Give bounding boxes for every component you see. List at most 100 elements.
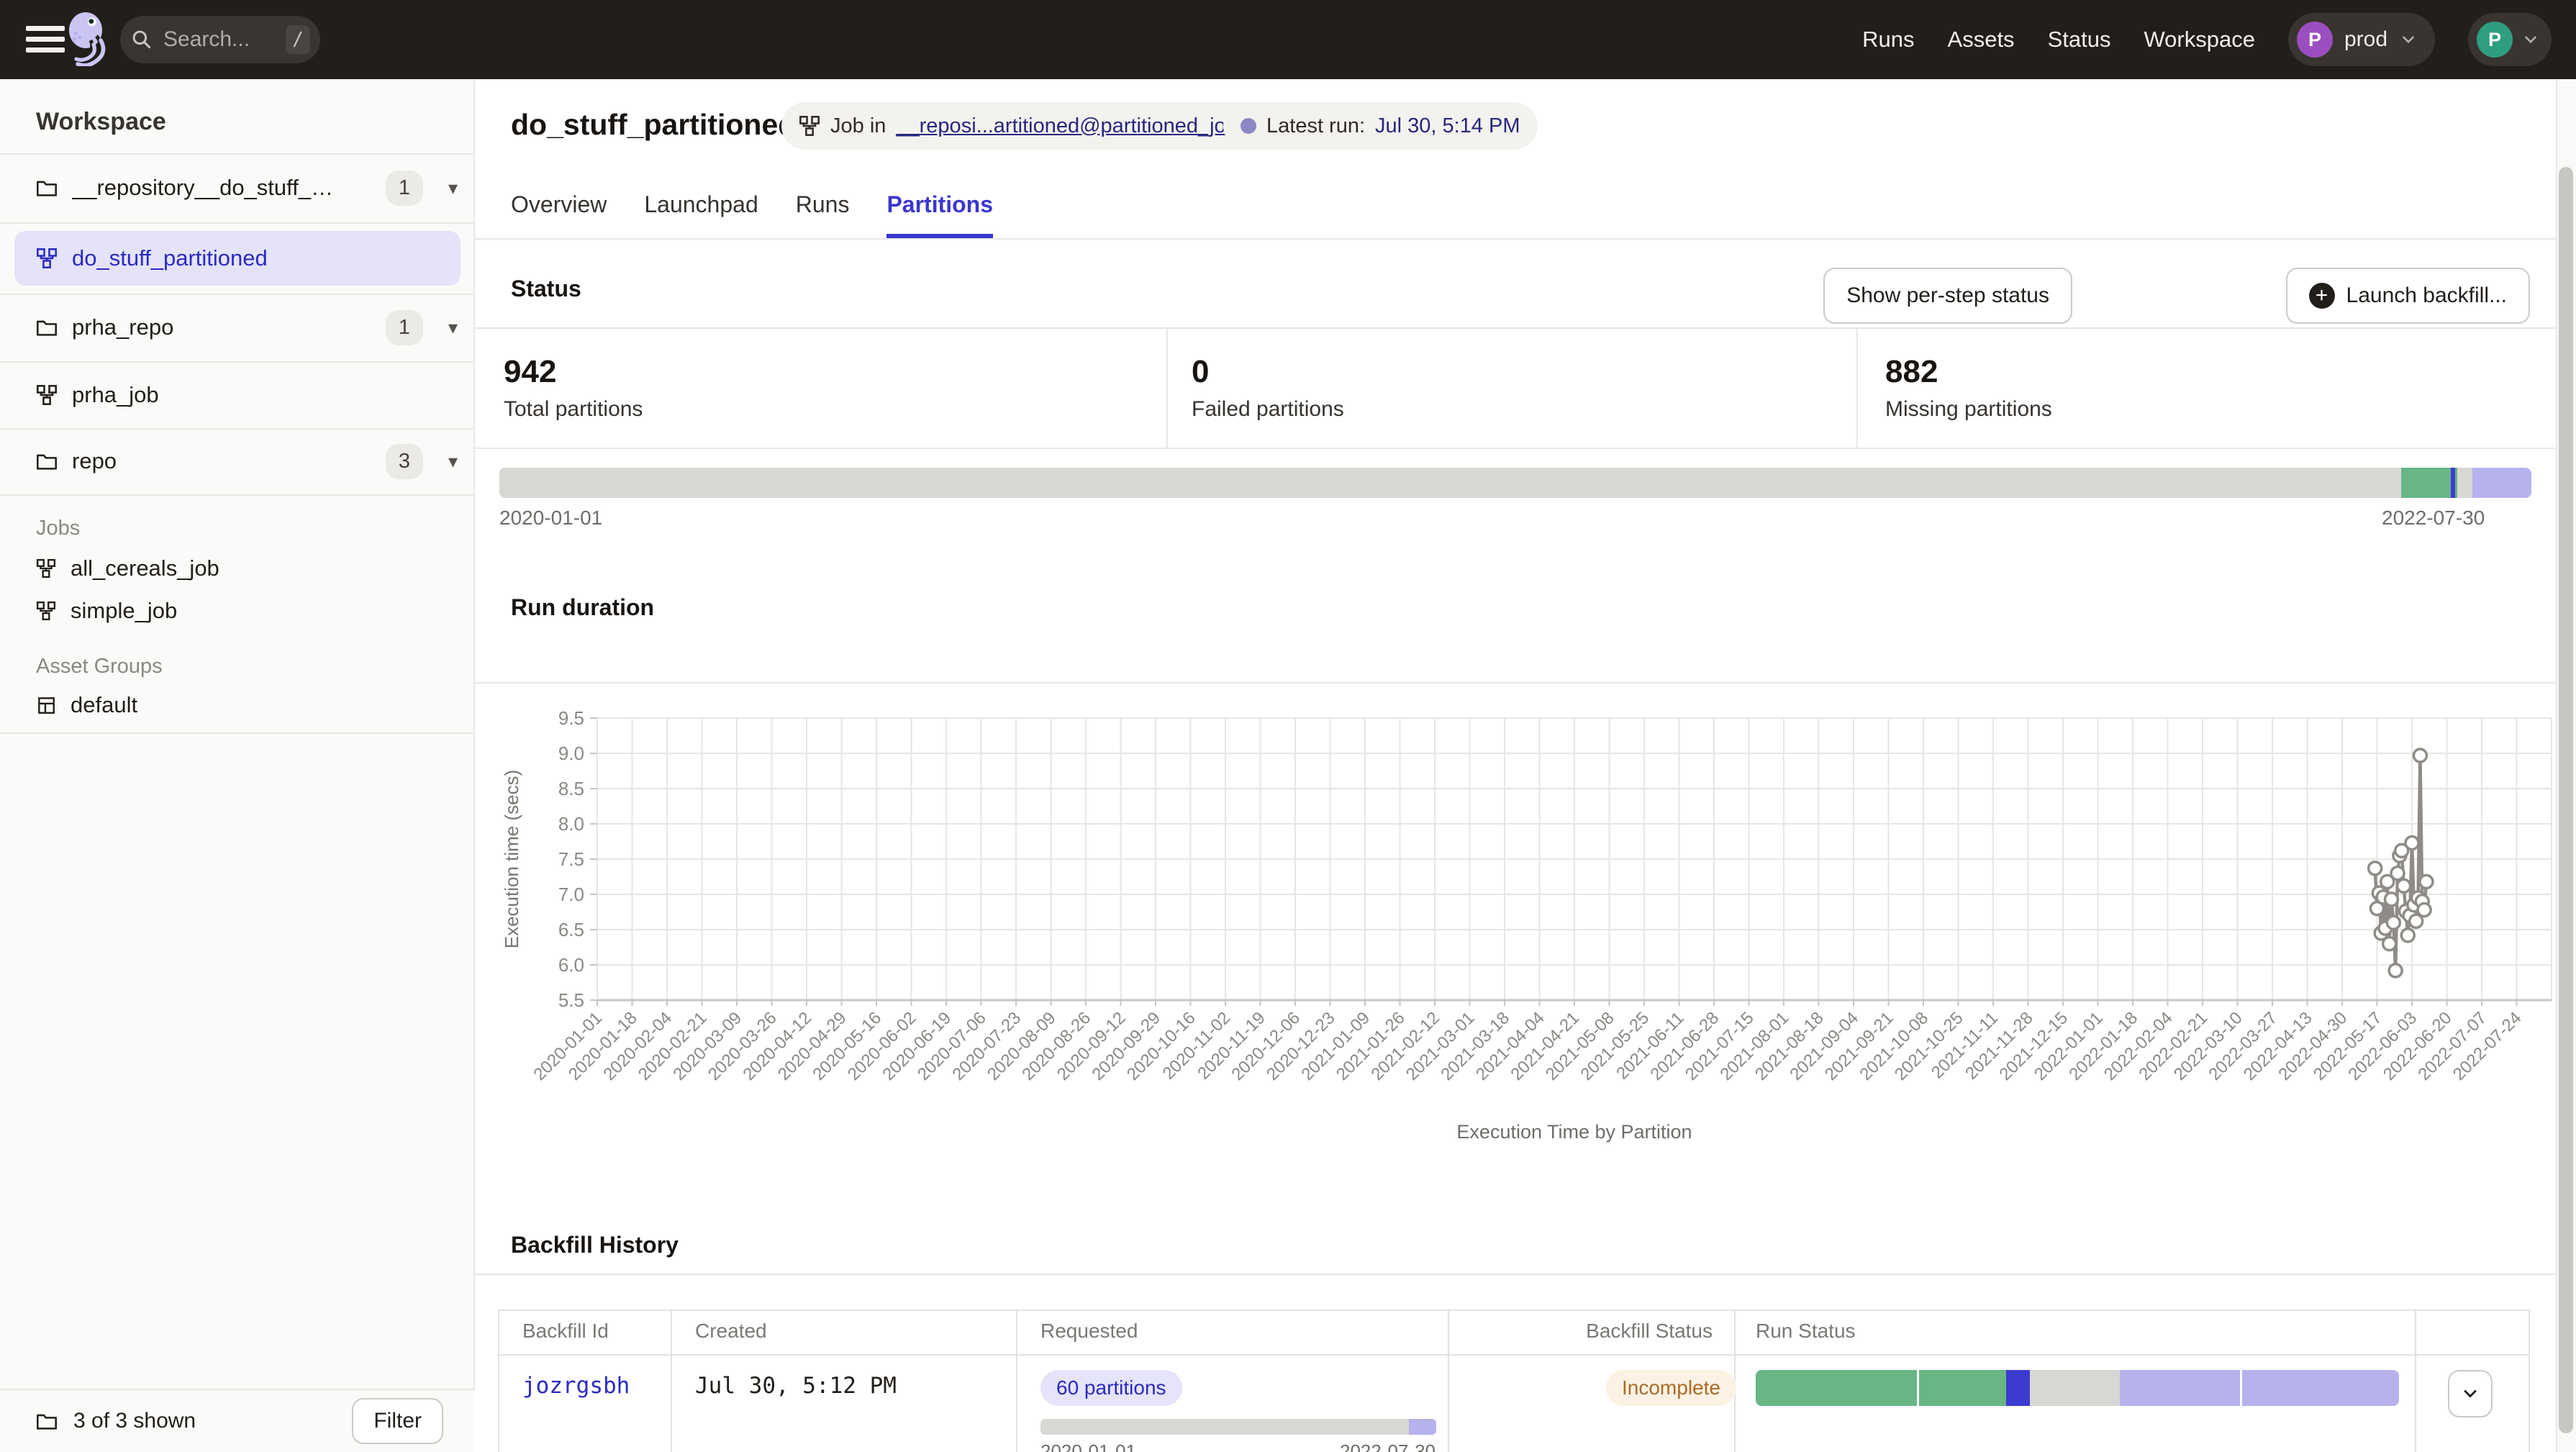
sidebar-item-label: __repository__do_stuff_partitio... — [72, 175, 345, 201]
run-data-point[interactable] — [2405, 836, 2418, 849]
backfill-status-badge: Incomplete — [1606, 1370, 1736, 1406]
sidebar-item-all-cereals-job[interactable]: all_cereals_job — [0, 547, 475, 590]
col-created: Created — [695, 1320, 767, 1343]
run-data-point[interactable] — [2420, 875, 2433, 888]
latest-run-label: Latest run: — [1266, 114, 1365, 138]
sidebar-item-repository-do-stuff[interactable]: __repository__do_stuff_partitio... 1 ▾ — [0, 153, 475, 222]
dagster-logo-icon[interactable] — [66, 12, 108, 70]
deployment-label: prod — [2344, 27, 2387, 52]
partition-range-end: 2022-07-30 — [2382, 507, 2485, 530]
missing-partitions-value: 882 — [1885, 354, 1938, 390]
expand-caret-icon[interactable]: ▾ — [448, 450, 458, 473]
run-data-point[interactable] — [2383, 938, 2396, 950]
y-axis-tick: 9.5 — [558, 707, 584, 729]
latest-run-time-link[interactable]: Jul 30, 5:14 PM — [1375, 114, 1520, 138]
run-status-dot-icon — [1241, 118, 1256, 134]
y-axis-tick: 7.5 — [558, 848, 584, 870]
filter-button[interactable]: Filter — [352, 1398, 443, 1444]
hamburger-menu-icon[interactable] — [26, 26, 65, 53]
top-nav-bar: Search... / Runs Assets Status Workspace… — [0, 0, 2576, 79]
job-origin-tag: Job in __reposi...artitioned@partitioned… — [781, 102, 1287, 150]
sidebar-item-repo[interactable]: repo 3 ▾ — [0, 428, 475, 494]
show-per-step-status-button[interactable]: Show per-step status — [1823, 268, 2072, 324]
sidebar-item-default-asset-group[interactable]: default — [0, 684, 475, 727]
chevron-down-icon — [2521, 30, 2540, 49]
run-data-point[interactable] — [2387, 916, 2400, 929]
run-duration-heading: Run duration — [511, 594, 654, 621]
workspace-sidebar: Workspace __repository__do_stuff_partiti… — [0, 79, 475, 1389]
search-icon — [130, 28, 153, 51]
shown-count-text: 3 of 3 shown — [73, 1409, 196, 1433]
y-axis-tick: 8.0 — [558, 813, 584, 835]
expand-caret-icon[interactable]: ▾ — [448, 317, 458, 339]
y-axis-tick: 9.0 — [558, 743, 584, 764]
requested-range-segment — [1040, 1419, 1409, 1435]
run-duration-chart: 5.56.06.57.07.58.08.59.09.52020-01-01202… — [496, 691, 2562, 1162]
sidebar-item-label: simple_job — [71, 598, 177, 624]
sidebar-item-prha-repo[interactable]: prha_repo 1 ▾ — [0, 294, 475, 361]
jobs-section-label: Jobs — [36, 517, 80, 540]
plus-circle-icon: + — [2309, 283, 2335, 309]
expand-caret-icon[interactable]: ▾ — [448, 177, 458, 199]
partition-status-segment — [499, 468, 2401, 498]
run-data-point[interactable] — [2413, 749, 2426, 762]
run-data-point[interactable] — [2391, 867, 2404, 880]
page-title: do_stuff_partitioned — [511, 108, 796, 142]
tab-partitions[interactable]: Partitions — [886, 181, 993, 238]
folder-icon — [36, 452, 58, 471]
job-icon — [36, 248, 58, 269]
tab-runs[interactable]: Runs — [796, 181, 850, 238]
nav-assets[interactable]: Assets — [1948, 27, 2015, 53]
sidebar-item-do-stuff-partitioned-selected[interactable]: do_stuff_partitioned — [14, 231, 461, 286]
run-data-point[interactable] — [2385, 893, 2398, 906]
launch-backfill-button[interactable]: + Launch backfill... — [2286, 268, 2530, 324]
y-axis-tick: 6.0 — [558, 954, 584, 976]
run-data-point[interactable] — [2398, 879, 2411, 892]
latest-run-tag: Latest run: Jul 30, 5:14 PM — [1223, 102, 1538, 150]
user-avatar: P — [2477, 22, 2513, 58]
run-data-point[interactable] — [2418, 904, 2431, 917]
run-data-point[interactable] — [2401, 929, 2414, 942]
requested-range-start: 2020-01-01 — [1040, 1440, 1136, 1452]
sidebar-item-simple-job[interactable]: simple_job — [0, 589, 475, 632]
col-requested: Requested — [1040, 1320, 1138, 1343]
folder-icon — [36, 1412, 58, 1430]
y-axis-tick: 5.5 — [558, 989, 584, 1011]
user-menu[interactable]: P — [2468, 13, 2552, 66]
folder-icon — [36, 178, 58, 197]
sidebar-item-label: default — [71, 692, 137, 718]
backfill-id-link[interactable]: jozrgsbh — [522, 1373, 630, 1399]
failed-partitions-value: 0 — [1192, 354, 1209, 390]
tab-launchpad[interactable]: Launchpad — [644, 181, 758, 238]
nav-workspace[interactable]: Workspace — [2144, 27, 2255, 53]
search-shortcut-key: / — [286, 25, 310, 54]
run-status-segment — [2030, 1370, 2120, 1406]
nav-runs[interactable]: Runs — [1862, 27, 1914, 53]
topbar-right-nav: Runs Assets Status Workspace P prod P — [1862, 0, 2552, 79]
run-data-point[interactable] — [2389, 964, 2402, 977]
nav-status[interactable]: Status — [2048, 27, 2111, 53]
tab-overview[interactable]: Overview — [511, 181, 607, 238]
col-backfill-status: Backfill Status — [1554, 1320, 1713, 1343]
run-status-bar[interactable] — [1756, 1370, 2399, 1406]
y-axis-tick: 6.5 — [558, 919, 584, 940]
scrollbar-thumb[interactable] — [2559, 167, 2573, 1433]
chevron-down-icon — [2399, 30, 2418, 49]
repository-link[interactable]: __reposi...artitioned@partitioned_job — [896, 114, 1237, 138]
x-axis-caption: Execution Time by Partition — [1456, 1121, 1692, 1143]
requested-partitions-pill[interactable]: 60 partitions — [1040, 1370, 1182, 1406]
run-data-point[interactable] — [2369, 862, 2382, 875]
sidebar-item-prha-job[interactable]: prha_job — [0, 361, 475, 428]
deployment-switcher[interactable]: P prod — [2288, 13, 2435, 66]
sidebar-item-label: all_cereals_job — [71, 555, 219, 581]
backfill-created-time: Jul 30, 5:12 PM — [695, 1373, 897, 1399]
partition-status-bar[interactable] — [499, 468, 2531, 498]
job-icon — [799, 115, 820, 137]
row-expand-button[interactable] — [2448, 1370, 2493, 1417]
search-input[interactable]: Search... / — [120, 16, 320, 63]
sidebar-footer: 3 of 3 shown Filter — [0, 1389, 475, 1452]
y-axis-label: Execution time (secs) — [501, 770, 522, 949]
y-axis-tick: 7.0 — [558, 884, 584, 905]
col-backfill-id: Backfill Id — [522, 1320, 609, 1343]
item-count-badge: 1 — [386, 171, 423, 206]
